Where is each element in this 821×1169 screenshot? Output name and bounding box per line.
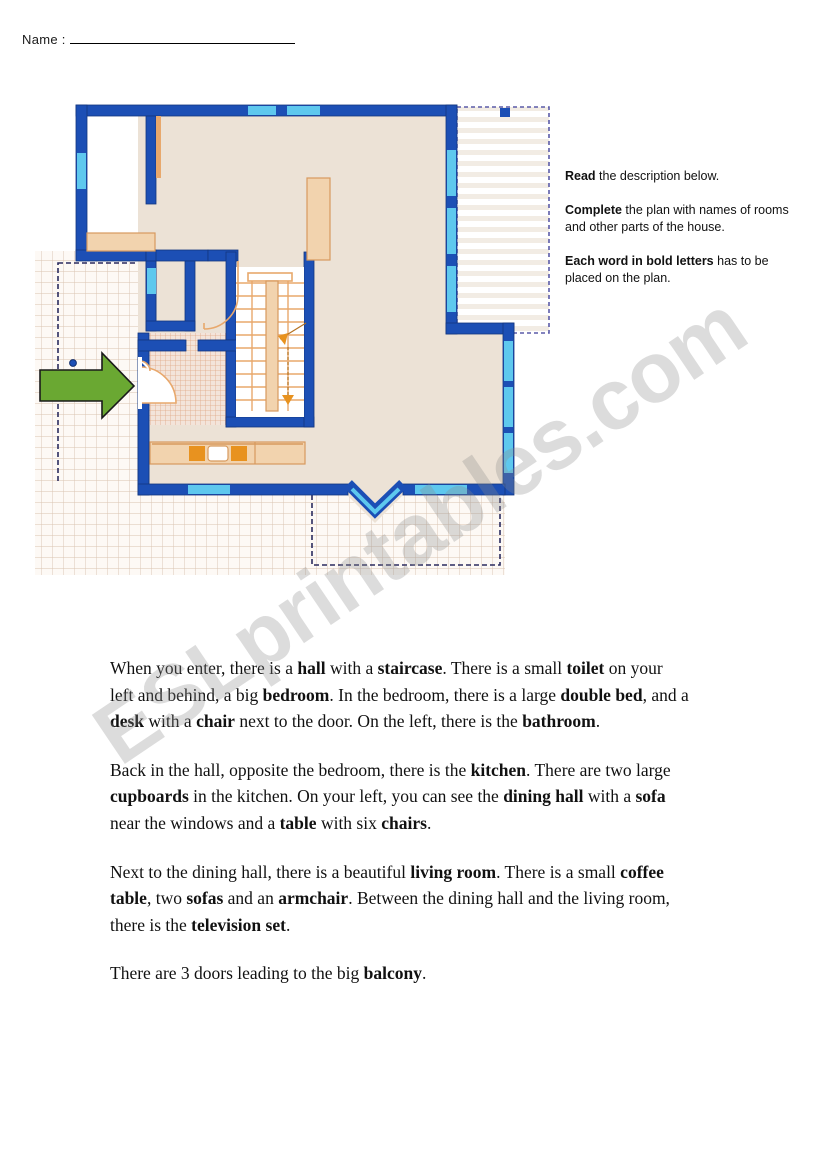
keyword-bold: hall [297, 658, 326, 678]
text-run: with a [325, 658, 378, 678]
text-run: When you enter, there is a [110, 658, 298, 678]
text-run: . There is a small [442, 658, 567, 678]
text-run: . There is a small [496, 861, 621, 882]
instruction-complete: Complete the plan with names of rooms an… [565, 202, 803, 236]
text-run: , and a [642, 684, 689, 705]
keyword-bold: sofas [186, 888, 224, 909]
text-run: . [422, 963, 427, 984]
text-run: next to the door. On the left, there is … [234, 711, 523, 732]
name-input-blank[interactable] [69, 42, 295, 44]
keyword-bold: television set [191, 914, 286, 935]
keyword-bold: sofa [635, 786, 666, 807]
text-run: . [285, 914, 291, 935]
text-run: There are 3 doors leading to the big [110, 963, 364, 984]
text-run: . [595, 711, 601, 732]
text-run: in the kitchen. On your left, you can se… [188, 786, 504, 807]
text-run: Back in the hall, opposite the bedroom, … [110, 759, 471, 780]
name-row: Name : [22, 32, 295, 47]
keyword-bold: dining hall [503, 786, 584, 807]
keyword-bold: chairs [381, 812, 427, 833]
instructions-block: Read the description below. Complete the… [565, 168, 803, 303]
text-run: . There are two large [526, 759, 671, 780]
text-run: with a [144, 711, 197, 732]
text-run: with a [583, 786, 636, 807]
instruction-bold-words-bold: Each word in bold letters [565, 253, 714, 268]
instruction-complete-bold: Complete [565, 202, 622, 217]
description-block: When you enter, there is a hall with a s… [110, 655, 690, 1009]
keyword-bold: desk [110, 711, 145, 732]
keyword-bold: kitchen [470, 759, 527, 780]
floor-plan-svg [35, 104, 550, 575]
text-run: and an [223, 888, 279, 909]
keyword-bold: bathroom [522, 711, 596, 732]
keyword-bold: balcony [363, 963, 423, 984]
keyword-bold: toilet [566, 658, 605, 678]
instruction-bold-words: Each word in bold letters has to be plac… [565, 253, 803, 287]
keyword-bold: cupboards [110, 786, 189, 807]
description-paragraph-1: When you enter, there is a hall with a s… [110, 655, 690, 735]
bottom-terrace [35, 483, 505, 575]
description-paragraph-3: Next to the dining hall, there is a beau… [110, 859, 690, 939]
text-run: . [426, 812, 432, 833]
text-run: near the windows and a [110, 812, 280, 833]
text-run: , two [146, 888, 187, 909]
keyword-bold: chair [196, 711, 235, 732]
text-run: . In the bedroom, there is a large [329, 684, 561, 705]
instruction-read: Read the description below. [565, 168, 803, 185]
text-run: Next to the dining hall, there is a beau… [110, 861, 411, 882]
right-balcony [456, 106, 550, 334]
name-label: Name : [22, 32, 66, 47]
instruction-read-bold: Read [565, 169, 596, 183]
description-paragraph-2: Back in the hall, opposite the bedroom, … [110, 757, 690, 837]
text-run: with six [316, 812, 382, 833]
keyword-bold: staircase [377, 658, 443, 678]
floor-plan [30, 95, 555, 575]
description-paragraph-4: There are 3 doors leading to the big bal… [110, 960, 690, 987]
staircase [236, 267, 307, 417]
keyword-bold: table [279, 812, 317, 833]
keyword-bold: living room [410, 861, 497, 882]
instruction-read-rest: the description below. [595, 169, 720, 183]
worksheet-page: Name : Read the description below. Compl… [0, 0, 821, 1169]
keyword-bold: bedroom [262, 684, 330, 705]
keyword-bold: armchair [278, 888, 349, 909]
keyword-bold: double bed [560, 684, 643, 705]
